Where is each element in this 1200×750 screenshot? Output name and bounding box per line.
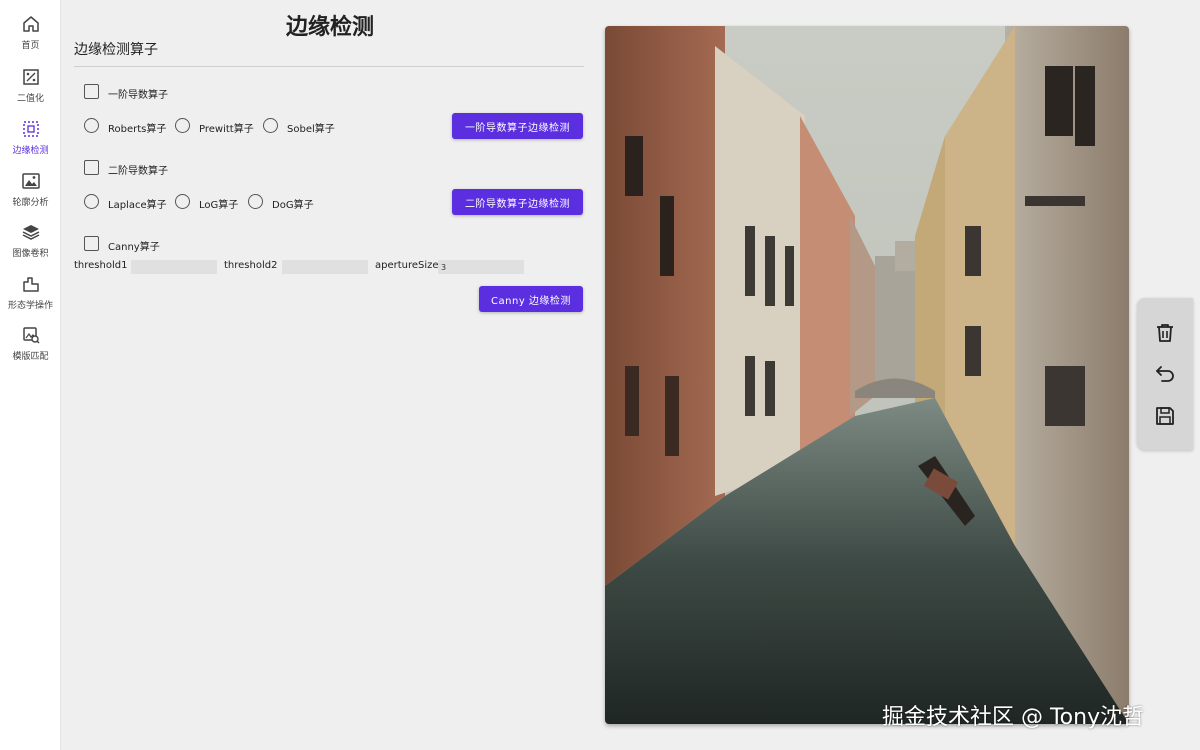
prewitt-radio-label: Prewitt算子 <box>199 124 254 135</box>
sidebar-item-label: 图像卷积 <box>12 249 49 259</box>
threshold2-label: threshold2 <box>224 260 278 271</box>
roberts-radio-label: Roberts算子 <box>108 124 167 135</box>
sidebar-item-contour[interactable]: 轮廓分析 <box>0 171 61 217</box>
first-order-checkbox-label: 一阶导数算子 <box>108 90 168 101</box>
edge-detect-icon <box>22 121 39 137</box>
laplace-radio[interactable] <box>84 194 99 209</box>
sidebar-item-template-match[interactable]: 模版匹配 <box>0 325 61 371</box>
aperture-size-label: apertureSize <box>375 260 439 271</box>
sidebar-item-label: 轮廓分析 <box>12 198 49 208</box>
save-icon <box>1156 407 1174 425</box>
second-order-checkbox[interactable] <box>84 160 99 175</box>
aperture-size-input[interactable] <box>438 260 524 274</box>
home-icon <box>22 16 39 32</box>
log-radio[interactable] <box>175 194 190 209</box>
section-title: 边缘检测算子 <box>74 42 158 58</box>
first-order-checkbox[interactable] <box>84 84 99 99</box>
undo-button[interactable] <box>1151 360 1179 388</box>
canal-photo <box>605 26 1129 724</box>
canny-checkbox[interactable] <box>84 236 99 251</box>
first-order-detect-button[interactable]: 一阶导数算子边缘检测 <box>452 113 583 139</box>
laplace-radio-label: Laplace算子 <box>108 200 167 211</box>
sidebar-item-threshold[interactable]: 二值化 <box>0 67 61 113</box>
canny-detect-button[interactable]: Canny 边缘检测 <box>479 286 583 312</box>
threshold1-label: threshold1 <box>74 260 128 271</box>
contour-icon <box>21 173 40 189</box>
dog-radio-label: DoG算子 <box>272 200 314 211</box>
sobel-radio[interactable] <box>263 118 278 133</box>
sidebar-item-morphology[interactable]: 形态学操作 <box>0 274 61 320</box>
sidebar-item-label: 模版匹配 <box>12 352 49 362</box>
sidebar-item-label: 形态学操作 <box>7 301 53 311</box>
sidebar-item-home[interactable]: 首页 <box>0 14 61 60</box>
sidebar-item-label: 二值化 <box>16 94 44 104</box>
watermark-text: 掘金技术社区 @ Tony沈哲 <box>882 705 1145 730</box>
sidebar-item-label: 首页 <box>21 41 40 51</box>
second-order-checkbox-label: 二阶导数算子 <box>108 166 168 177</box>
morphology-icon <box>22 277 39 292</box>
save-button[interactable] <box>1151 402 1179 430</box>
threshold-icon <box>22 69 39 85</box>
template-match-icon <box>22 327 40 344</box>
dog-radio[interactable] <box>248 194 263 209</box>
canny-checkbox-label: Canny算子 <box>108 242 160 253</box>
delete-button[interactable] <box>1151 319 1179 347</box>
threshold2-input[interactable] <box>282 260 368 274</box>
sidebar-item-label: 边缘检测 <box>12 146 49 156</box>
section-divider <box>74 66 584 67</box>
undo-icon <box>1156 366 1174 382</box>
layers-icon <box>22 225 39 240</box>
sidebar: 首页 二值化 边缘检测 轮廓分析 图像卷积 形态学操作 模版匹配 <box>0 0 61 750</box>
log-radio-label: LoG算子 <box>199 200 239 211</box>
threshold1-input[interactable] <box>131 260 217 274</box>
sidebar-item-convolution[interactable]: 图像卷积 <box>0 222 61 268</box>
sidebar-item-edge-detection[interactable]: 边缘检测 <box>0 119 61 165</box>
roberts-radio[interactable] <box>84 118 99 133</box>
sobel-radio-label: Sobel算子 <box>287 124 335 135</box>
image-preview <box>605 26 1129 724</box>
image-toolbar <box>1137 298 1193 450</box>
second-order-detect-button[interactable]: 二阶导数算子边缘检测 <box>452 189 583 215</box>
prewitt-radio[interactable] <box>175 118 190 133</box>
app-window: 首页 二值化 边缘检测 轮廓分析 图像卷积 形态学操作 模版匹配 边缘检测 边缘… <box>0 0 1200 750</box>
trash-icon <box>1157 324 1173 342</box>
page-title: 边缘检测 <box>285 15 374 40</box>
